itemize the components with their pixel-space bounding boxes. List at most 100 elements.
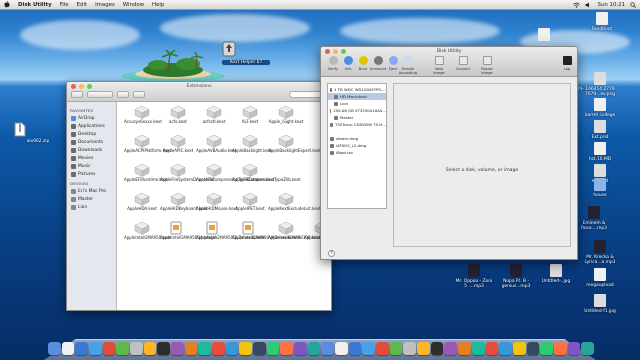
file-item[interactable]: AppleBacklight.kext [232, 134, 272, 163]
dock-app-icon[interactable] [526, 341, 540, 355]
finder-titlebar[interactable]: Extensions [67, 82, 331, 102]
file-item[interactable]: Apple_iSight.kext [268, 105, 304, 134]
dock-app-icon[interactable] [376, 341, 389, 355]
dock-app-icon[interactable] [102, 341, 116, 355]
dock-app-icon[interactable] [307, 341, 321, 355]
dock-app-icon[interactable] [143, 341, 157, 355]
disk-list-item[interactable]: iATKOS_L2.dmg [328, 142, 386, 149]
dock-app-icon[interactable] [239, 341, 253, 355]
file-item[interactable]: AppleFSCompressionTypeZlib.kext [232, 163, 301, 192]
back-forward-button[interactable] [71, 91, 83, 98]
dock-app-icon[interactable] [581, 341, 594, 355]
desktop-icon[interactable]: Eminem & Rosa....mp3 [574, 206, 614, 231]
disk-list-item[interactable]: 250.06 GB ST3250410AS... [328, 107, 386, 114]
desktop-icon[interactable]: 166414 2779 7079...ev.png [580, 72, 620, 97]
file-item[interactable]: AppleAVBAudio.kext [196, 134, 236, 163]
dock-app-icon[interactable] [540, 341, 553, 355]
file-item[interactable]: acfs.kext [160, 105, 196, 134]
file-item[interactable]: AppleFileSystemDriver.kext [160, 163, 215, 192]
arrange-button[interactable] [117, 91, 129, 98]
desktop-icon[interactable]: barret college [580, 98, 620, 118]
file-item[interactable]: AppleAPIC.kext [160, 134, 196, 163]
sidebar-item-documents[interactable]: Documents [67, 138, 116, 146]
menu-window[interactable]: Window [123, 2, 144, 8]
file-item[interactable]: acfsctl.kext [196, 105, 232, 134]
file-item[interactable]: AppleIntelGMA950GA.plugin [160, 221, 217, 250]
toolbar-convert-button[interactable]: Convert [453, 56, 473, 71]
file-item[interactable]: ALF.kext [232, 105, 268, 134]
dock-app-icon[interactable] [430, 341, 444, 355]
desktop-icon[interactable]: FandBoot [582, 12, 622, 32]
dock-app-icon[interactable] [294, 341, 307, 355]
action-button[interactable] [133, 91, 145, 98]
dock-app-icon[interactable] [362, 341, 376, 355]
toolbar-log-button[interactable]: Log [557, 56, 577, 71]
finder-window[interactable]: Extensions FAVORITES AirDrop Applications… [66, 81, 332, 311]
disk-utility-window[interactable]: Disk Utility Verify Info Burn Unmount Eject E… [320, 46, 578, 260]
menu-app-name[interactable]: Disk Utility [18, 2, 52, 8]
file-item[interactable]: AppleBacklightExpert.kext [268, 134, 321, 163]
dock-app-icon[interactable] [389, 341, 403, 355]
dock-app-icon[interactable] [567, 341, 581, 355]
dock-app-icon[interactable] [512, 341, 526, 355]
desktop-icon[interactable]: Mr. Oppoo - Zoni 5 ....mp3 [454, 264, 494, 289]
disk-list-item[interactable]: steam.dmg [328, 135, 386, 142]
dock-app-icon[interactable] [225, 341, 239, 355]
dock-app-icon[interactable] [266, 341, 280, 355]
apple-icon[interactable] [4, 1, 10, 8]
dock-app-icon[interactable] [485, 341, 499, 355]
dock-app-icon[interactable] [198, 341, 212, 355]
desktop-icon[interactable]: hst.10.MD [580, 142, 620, 162]
sidebar-item-applications[interactable]: Applications [67, 122, 116, 130]
dock-app-icon[interactable] [253, 341, 266, 355]
file-item[interactable]: AppleIntelGMAX3100.kext [268, 221, 320, 250]
sidebar-item-airdrop[interactable]: AirDrop [67, 114, 116, 122]
disk-utility-toolbar[interactable]: Disk Utility Verify Info Burn Unmount Eject E… [321, 47, 577, 77]
sidebar-item-music[interactable]: Music [67, 162, 116, 170]
desktop-icon[interactable]: house [580, 178, 620, 198]
desktop-icon[interactable]: Nopa Ft. B - genius...mp3 [496, 264, 536, 289]
dock-app-icon[interactable] [321, 341, 335, 355]
desktop-icon[interactable]: Mr. Krecka & Lyrica...a.mp3 [580, 240, 620, 265]
desktop-icon[interactable]: Ext.pnd [580, 120, 620, 140]
sidebar-item-movies[interactable]: Movies [67, 154, 116, 162]
file-item[interactable]: AppleHDA.kext [124, 192, 160, 221]
sidebar-device-2[interactable]: Lion [67, 203, 116, 211]
disk-list-item[interactable]: HD Macintosh [328, 93, 386, 100]
dock-app-icon[interactable] [335, 341, 348, 355]
view-mode-buttons[interactable] [87, 91, 113, 98]
file-item[interactable]: AppleIntelGMA950VADriver.bundle [232, 221, 301, 250]
menu-help[interactable]: Help [152, 2, 164, 8]
desktop-icon[interactable]: Untitled-f1.jpg [580, 294, 620, 314]
menu-edit[interactable]: Edit [77, 2, 87, 8]
dock-app-icon[interactable] [171, 341, 184, 355]
dock-app-icon[interactable] [184, 341, 198, 355]
desktop-icon[interactable] [524, 28, 564, 43]
dock-app-icon[interactable] [458, 341, 471, 355]
desktop-icon-zip[interactable]: alx662.zip [14, 122, 62, 144]
spotlight-icon[interactable] [630, 2, 636, 8]
dock-app-icon[interactable] [157, 341, 171, 355]
help-button[interactable]: ? [328, 250, 335, 257]
dock-app-icon[interactable] [75, 341, 89, 355]
file-item[interactable]: AppleHIDKeyboard.kext [160, 192, 207, 221]
sidebar-item-downloads[interactable]: Downloads [67, 146, 116, 154]
dock-app-icon[interactable] [444, 341, 458, 355]
sidebar-device-0[interactable]: Eri's Mac Pro [67, 187, 116, 195]
dock-app-icon[interactable] [471, 341, 485, 355]
file-item[interactable]: AppleIPET.kext [232, 192, 268, 221]
file-item[interactable]: Accusys6xxxx.kext [124, 105, 162, 134]
dock-app-icon[interactable] [499, 341, 512, 355]
menu-images[interactable]: Images [95, 2, 115, 8]
sidebar-device-1[interactable]: Master [67, 195, 116, 203]
dock-app-icon[interactable] [348, 341, 362, 355]
disk-list-item[interactable]: Lion [328, 100, 386, 107]
desktop-icon[interactable]: Untitled-..jpg [536, 264, 576, 284]
desktop-icon[interactable]: megaupload [580, 268, 620, 288]
dock-app-icon[interactable] [61, 341, 75, 355]
disk-list-item[interactable]: TSSTcorp CDDVDW TS-H... [328, 121, 386, 128]
file-item[interactable]: AppleEFIRuntime.kext [124, 163, 168, 192]
file-item[interactable]: AppleIntelGMA950GLDriver.bundle [196, 221, 265, 250]
dock-app-icon[interactable] [553, 341, 567, 355]
toolbar-enable-journaling-button[interactable]: Enable Journaling [398, 56, 418, 75]
